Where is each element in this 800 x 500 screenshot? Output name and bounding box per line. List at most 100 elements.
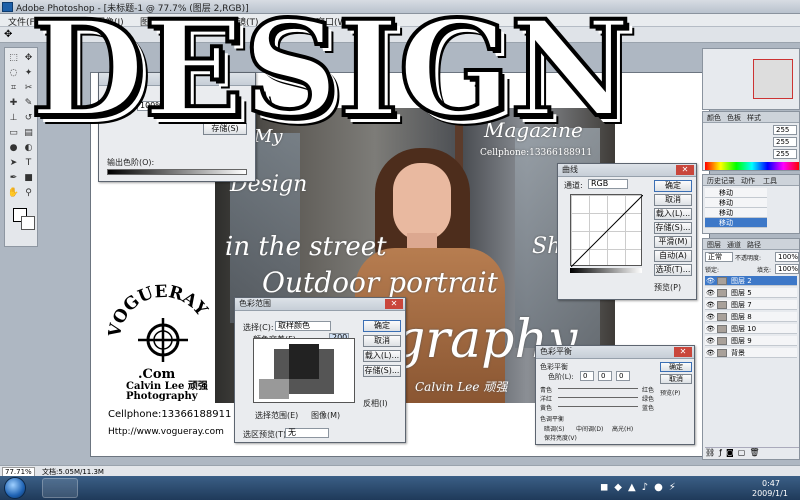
magenta-green-slider[interactable] xyxy=(558,397,638,398)
color-balance-ok-button[interactable]: 确定 xyxy=(660,362,692,372)
layer-row[interactable]: 👁 图层 8 xyxy=(705,312,797,322)
crop-tool-icon[interactable]: ⌗ xyxy=(7,82,20,95)
type-tool-icon[interactable]: T xyxy=(22,157,35,170)
fill-input[interactable]: 100% xyxy=(775,264,799,274)
channel-select[interactable]: RGB xyxy=(588,179,628,189)
curves-smooth-button[interactable]: 平滑(M) xyxy=(654,236,692,248)
link-icon[interactable]: ⛓ xyxy=(705,448,719,457)
healing-brush-icon[interactable]: ✚ xyxy=(7,97,20,110)
eraser-tool-icon[interactable]: ▭ xyxy=(7,127,20,140)
curves-graph[interactable] xyxy=(570,194,644,268)
layer-row[interactable]: 👁 背景 xyxy=(705,348,797,358)
history-item[interactable]: 移动 xyxy=(705,208,767,218)
shape-tool-icon[interactable]: ■ xyxy=(22,172,35,185)
curves-preview-checkbox[interactable]: 预览(P) xyxy=(654,282,681,293)
layer-row[interactable]: 👁 图层 9 xyxy=(705,336,797,346)
opacity-input[interactable]: 100% xyxy=(775,252,799,262)
eye-icon[interactable]: 👁 xyxy=(706,277,715,285)
new-layer-icon[interactable]: ▢ xyxy=(738,448,750,457)
history-item[interactable]: 移动 xyxy=(705,188,767,198)
clock-date[interactable]: 2009/1/1 xyxy=(752,489,788,498)
stamp-tool-icon[interactable]: ⊥ xyxy=(7,112,20,125)
blend-mode-select[interactable]: 正常 xyxy=(705,252,733,262)
curves-save-button[interactable]: 存储(S)... xyxy=(654,222,692,234)
color-value-r[interactable]: 255 xyxy=(773,125,797,135)
eye-icon[interactable]: 👁 xyxy=(706,349,715,357)
close-icon[interactable]: ✕ xyxy=(674,347,692,357)
color-value-b[interactable]: 255 xyxy=(773,149,797,159)
tab-channels[interactable]: 通道 xyxy=(727,240,741,250)
start-button[interactable] xyxy=(4,477,26,499)
color-balance-cancel-button[interactable]: 取消 xyxy=(660,374,692,384)
yellow-blue-slider[interactable] xyxy=(558,406,638,407)
blur-tool-icon[interactable]: ● xyxy=(7,142,20,155)
color-range-ok-button[interactable]: 确定 xyxy=(363,320,401,332)
hand-tool-icon[interactable]: ✋ xyxy=(7,187,20,200)
layer-row-selected[interactable]: 👁 图层 2 xyxy=(705,276,797,286)
preview-select[interactable]: 无 xyxy=(285,428,329,438)
eye-icon[interactable]: 👁 xyxy=(706,313,715,321)
color-value-g[interactable]: 255 xyxy=(773,137,797,147)
color-spectrum[interactable] xyxy=(705,162,799,170)
brand-block: Calvin Lee 顽强 Photography xyxy=(126,382,208,402)
close-icon[interactable]: ✕ xyxy=(676,165,694,175)
curves-load-button[interactable]: 载入(L)... xyxy=(654,208,692,220)
yellow-label: 黄色 xyxy=(540,405,553,412)
radio-image[interactable]: 图像(M) xyxy=(311,410,340,421)
tab-styles[interactable]: 样式 xyxy=(747,113,761,123)
curves-ok-button[interactable]: 确定 xyxy=(654,180,692,192)
tab-actions[interactable]: 动作 xyxy=(741,176,755,186)
tab-swatches[interactable]: 色板 xyxy=(727,113,741,123)
shadows-radio[interactable]: 暗调(S) xyxy=(544,424,565,433)
taskbar-photoshop-button[interactable] xyxy=(42,478,78,498)
eye-icon[interactable]: 👁 xyxy=(706,289,715,297)
cyan-red-slider[interactable] xyxy=(558,388,638,389)
lasso-tool-icon[interactable]: ◌ xyxy=(7,67,20,80)
eye-icon[interactable]: 👁 xyxy=(706,301,715,309)
clock-time[interactable]: 0:47 xyxy=(762,479,780,488)
fx-icon[interactable]: ƒ xyxy=(719,448,726,457)
zoom-tool-icon[interactable]: ⚲ xyxy=(22,187,35,200)
curves-cancel-button[interactable]: 取消 xyxy=(654,194,692,206)
curves-options-button[interactable]: 选项(T)... xyxy=(654,264,692,276)
invert-checkbox[interactable]: 反相(I) xyxy=(363,398,388,409)
tab-history[interactable]: 历史记录 xyxy=(707,176,735,186)
marquee-tool-icon[interactable]: ⬚ xyxy=(7,52,20,65)
preserve-luminosity-checkbox[interactable]: 保持亮度(V) xyxy=(544,433,577,442)
color-range-save-button[interactable]: 存储(S)... xyxy=(363,365,401,377)
eye-icon[interactable]: 👁 xyxy=(706,325,715,333)
pen-tool-icon[interactable]: ✒ xyxy=(7,172,20,185)
history-item[interactable]: 移动 xyxy=(705,198,767,208)
level-magenta-green[interactable]: 0 xyxy=(598,371,612,381)
color-balance-preview-checkbox[interactable]: 预览(P) xyxy=(660,388,680,397)
layer-row[interactable]: 👁 图层 7 xyxy=(705,300,797,310)
level-cyan-red[interactable]: 0 xyxy=(580,371,594,381)
layer-name: 图层 5 xyxy=(731,289,752,297)
radio-selection[interactable]: 选择范围(E) xyxy=(255,410,298,421)
tab-color[interactable]: 颜色 xyxy=(707,113,721,123)
tray-icons[interactable]: ◼◆▲♪●⚡ xyxy=(600,482,682,493)
background-color-swatch[interactable] xyxy=(21,216,35,230)
color-range-load-button[interactable]: 载入(L)... xyxy=(363,350,401,362)
color-range-cancel-button[interactable]: 取消 xyxy=(363,335,401,347)
move-tool-icon[interactable]: ✥ xyxy=(4,29,12,40)
close-icon[interactable]: ✕ xyxy=(385,299,403,309)
navigator-thumbnail[interactable] xyxy=(753,59,793,99)
layer-row[interactable]: 👁 图层 5 xyxy=(705,288,797,298)
mask-icon[interactable]: ◙ xyxy=(726,448,738,457)
layer-row[interactable]: 👁 图层 10 xyxy=(705,324,797,334)
eye-icon[interactable]: 👁 xyxy=(706,337,715,345)
tab-layers[interactable]: 图层 xyxy=(707,240,721,250)
color-panel-tabs: 颜色 色板 样式 xyxy=(703,112,799,123)
history-item-selected[interactable]: 移动 xyxy=(705,218,767,228)
tab-paths[interactable]: 路径 xyxy=(747,240,761,250)
color-range-preview[interactable] xyxy=(253,338,355,403)
tab-tools[interactable]: 工具 xyxy=(763,176,777,186)
select-dropdown[interactable]: 取样颜色 xyxy=(275,321,331,331)
highlights-radio[interactable]: 高光(H) xyxy=(612,424,633,433)
path-select-icon[interactable]: ➤ xyxy=(7,157,20,170)
midtones-radio[interactable]: 中间调(D) xyxy=(576,424,603,433)
curves-auto-button[interactable]: 自动(A) xyxy=(654,250,692,262)
level-yellow-blue[interactable]: 0 xyxy=(616,371,630,381)
trash-icon[interactable]: 🗑 xyxy=(749,448,763,457)
